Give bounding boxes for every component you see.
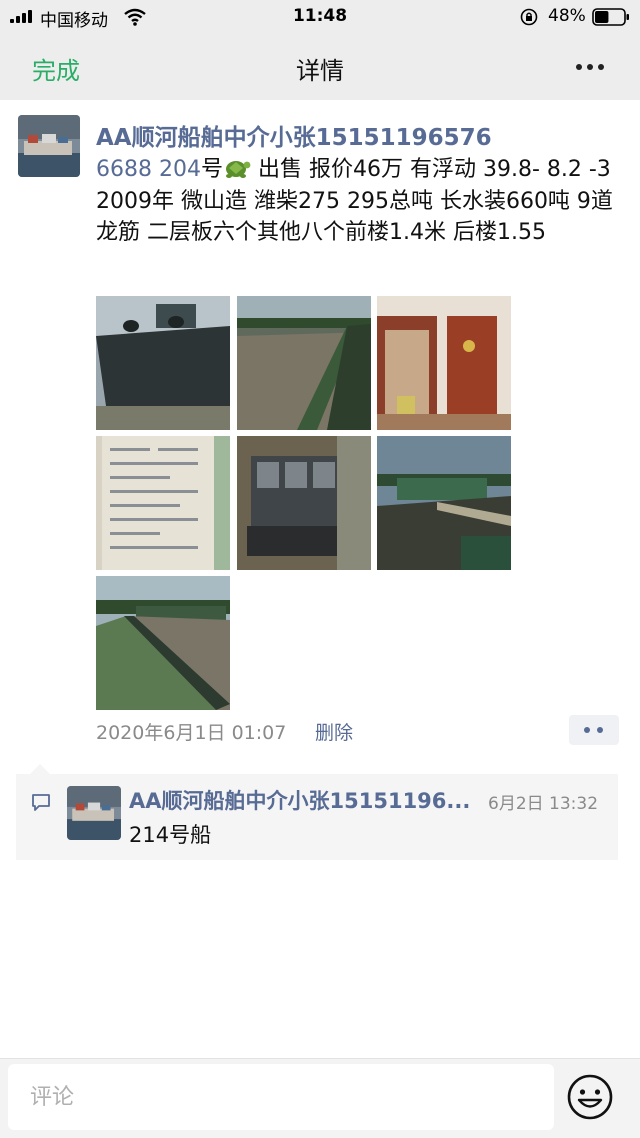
photo-engine[interactable]: [237, 436, 371, 570]
emoji-icon[interactable]: [566, 1073, 614, 1121]
comment-avatar[interactable]: [67, 786, 121, 840]
photo-cabin-interior[interactable]: [377, 296, 511, 430]
status-bar: 中国移动 11:48 48%: [0, 0, 640, 34]
more-dots-icon[interactable]: [570, 52, 610, 80]
battery-percent: 48%: [548, 6, 586, 26]
photo-cargo-hold[interactable]: [237, 296, 371, 430]
post-timestamp: 2020年6月1日 01:07: [96, 722, 287, 744]
orientation-lock-icon: [520, 8, 538, 26]
delete-link[interactable]: 删除: [315, 718, 353, 745]
comment-input[interactable]: [8, 1064, 554, 1130]
post-text: 6688 204号 出售 报价46万 有浮动 39.8- 8.2 -3 2009…: [96, 154, 616, 249]
comment-text: 214号船: [129, 823, 212, 847]
photo-ship-hull[interactable]: [96, 296, 230, 430]
photo-certificate-document[interactable]: [96, 436, 230, 570]
more-actions-button[interactable]: [569, 715, 619, 745]
photo-deck-view[interactable]: [377, 436, 511, 570]
comment-icon: [32, 794, 50, 811]
page-title: 详情: [296, 57, 344, 85]
comment-timestamp: 6月2日 13:32: [488, 794, 599, 814]
photo-hold-side[interactable]: [96, 576, 230, 710]
status-time: 11:48: [292, 6, 348, 26]
battery-icon: [592, 8, 629, 26]
post-author[interactable]: AA顺河船舶中介小张15151196576: [96, 118, 492, 152]
comment-author[interactable]: AA顺河船舶中介小张15151196...: [129, 785, 470, 815]
post-avatar[interactable]: [18, 115, 80, 177]
turtle-icon: [226, 161, 251, 178]
nav-bar: 完成 详情: [0, 34, 640, 100]
post-text-main: 号: [200, 157, 223, 182]
post-text-highlight: 6688 204: [96, 157, 201, 182]
top-bar: 中国移动 11:48 48% 完成 详情: [0, 0, 640, 100]
comments-arrow: [30, 764, 50, 774]
